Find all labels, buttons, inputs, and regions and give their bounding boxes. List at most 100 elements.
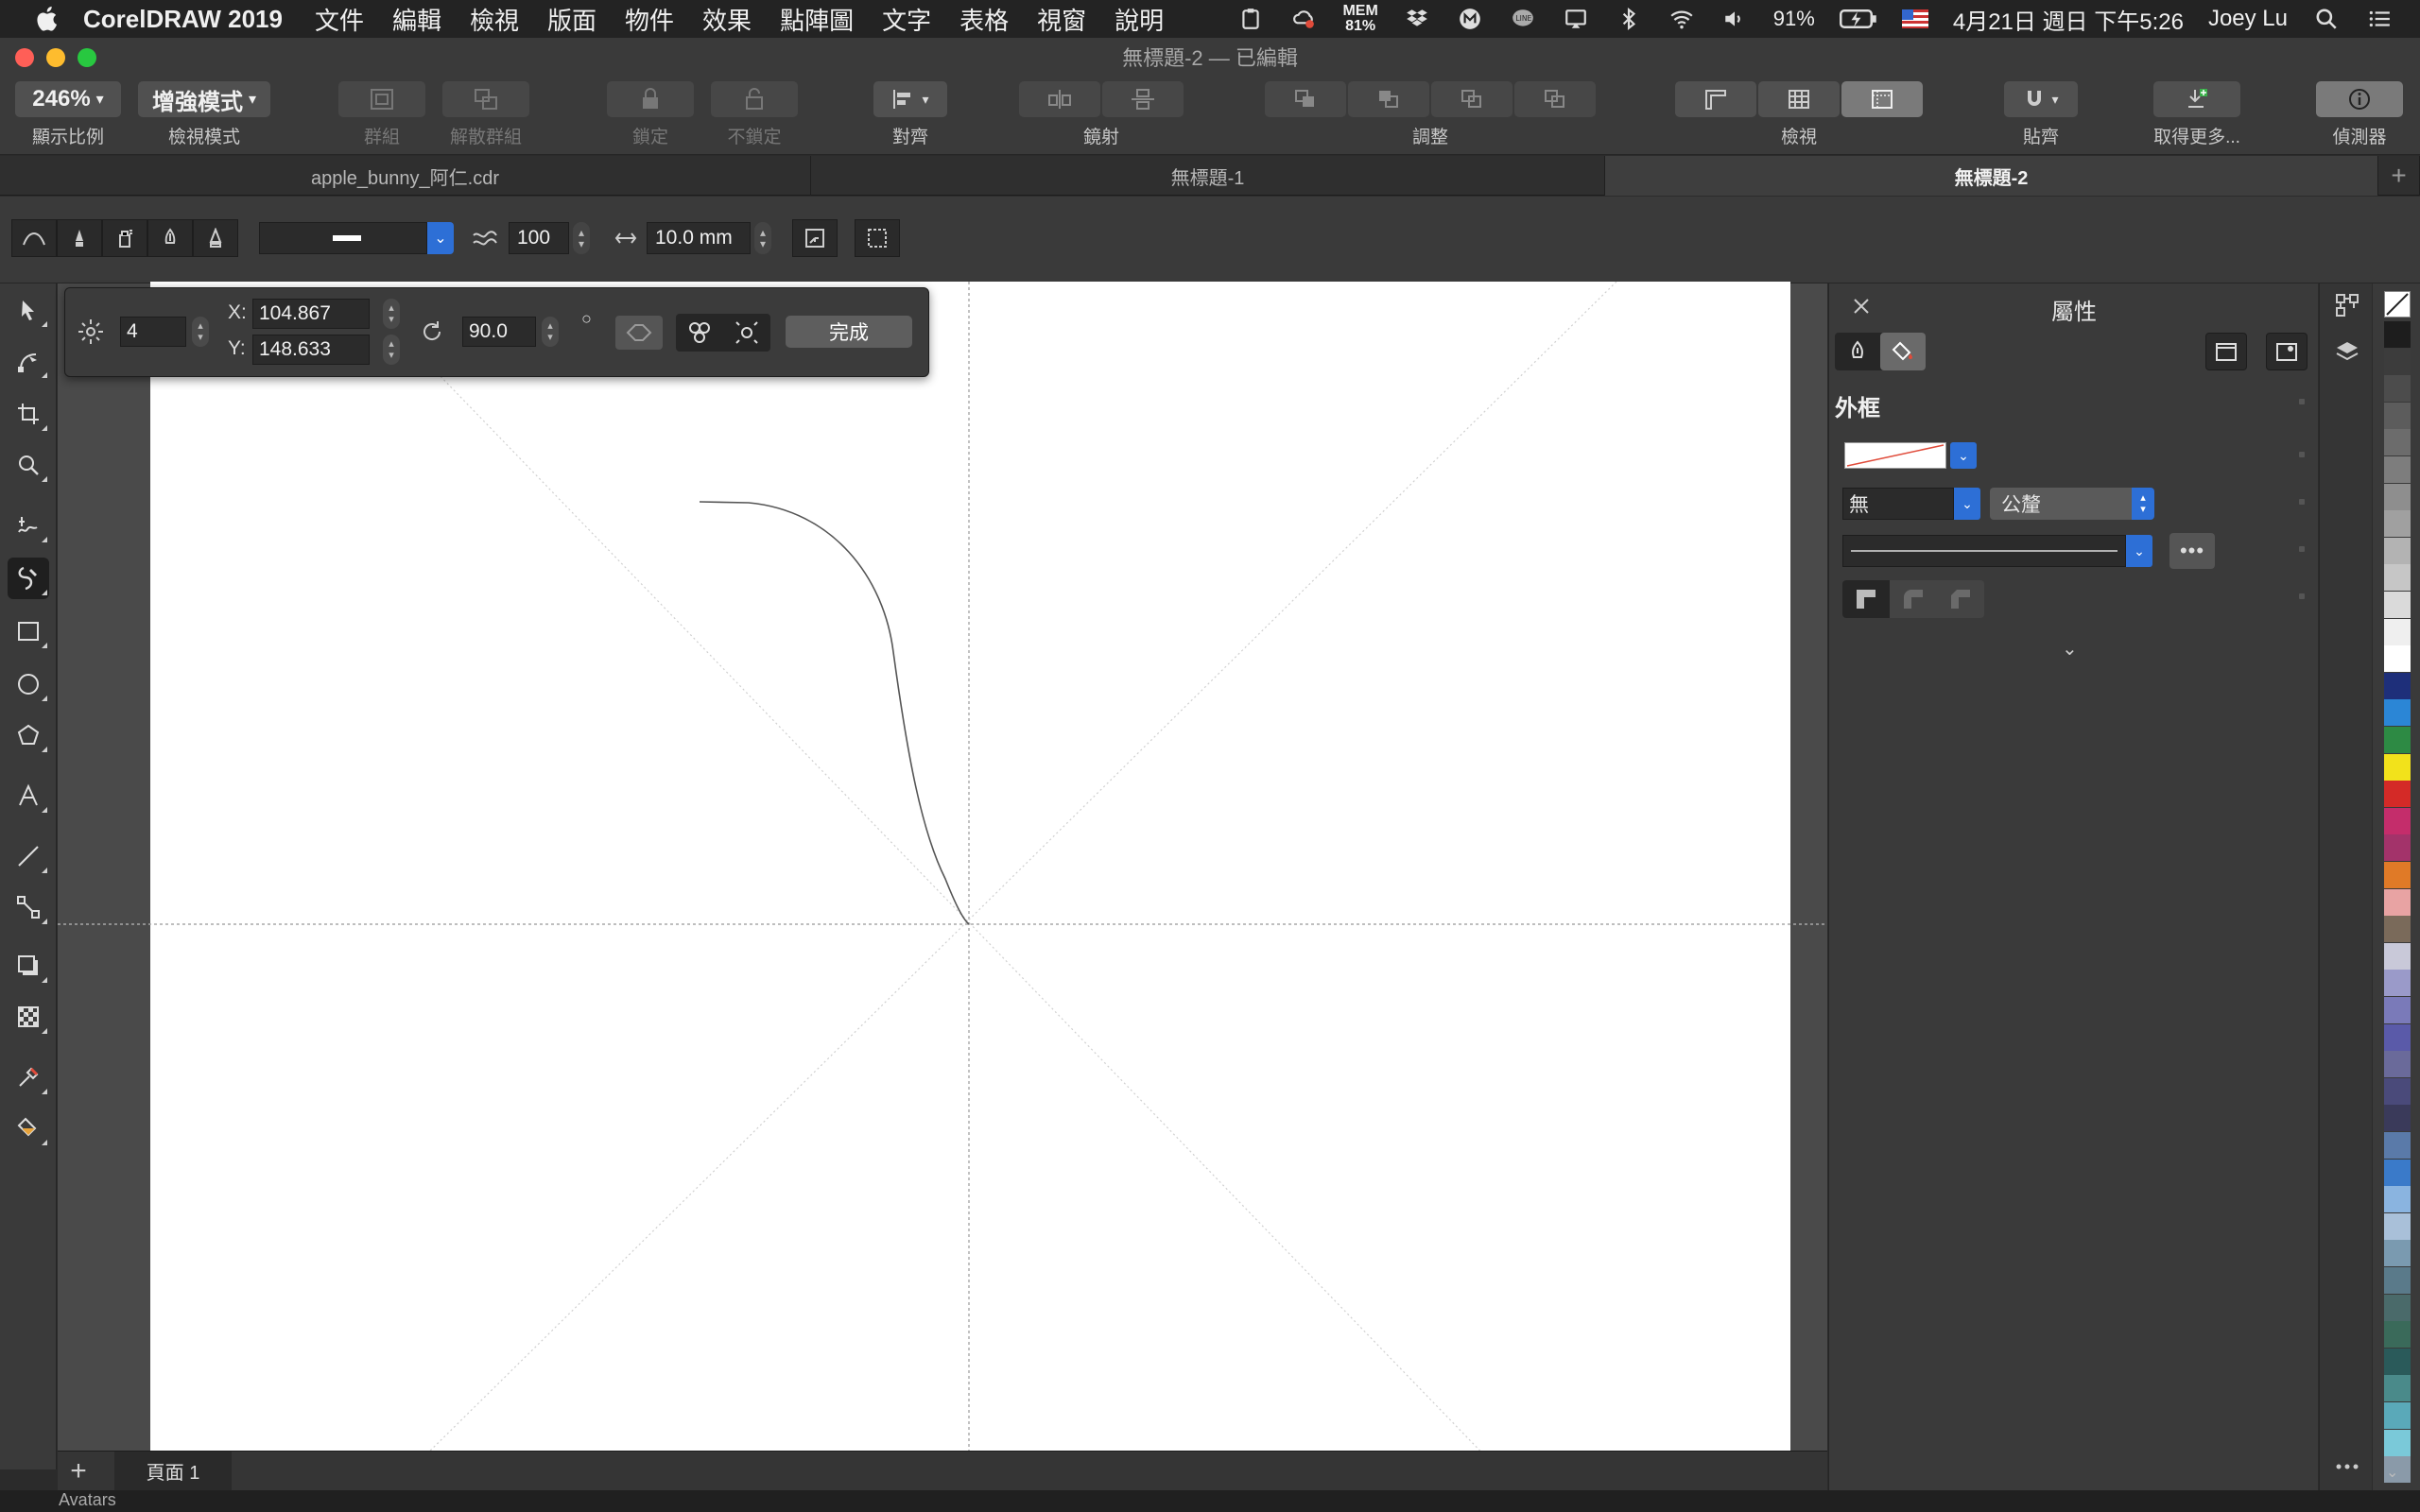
connector-tool[interactable] [8, 886, 49, 928]
layers-tab-icon[interactable] [2333, 338, 2361, 367]
crop-tool[interactable] [8, 393, 49, 435]
zoom-dropdown[interactable]: 246% ▾ [15, 81, 121, 117]
battery-charging-icon[interactable] [1839, 7, 1877, 31]
palette-swatch[interactable] [2384, 321, 2411, 348]
palette-swatch[interactable] [2384, 916, 2411, 943]
palette-swatch[interactable] [2384, 645, 2411, 673]
more-docker-icon[interactable] [2333, 1461, 2361, 1472]
rotation-angle-input[interactable]: 90.0 [462, 317, 536, 347]
palette-swatch[interactable] [2384, 1402, 2411, 1429]
palette-swatch[interactable] [2384, 1267, 2411, 1294]
docker-frame-button[interactable] [2205, 333, 2247, 370]
palette-swatch[interactable] [2384, 1429, 2411, 1456]
no-color-swatch[interactable] [2384, 291, 2411, 318]
unlock-button[interactable] [711, 81, 798, 117]
bounding-box-button[interactable] [792, 219, 838, 257]
zoom-tool[interactable] [8, 444, 49, 486]
notification-center-icon[interactable] [2365, 7, 2394, 31]
tab-apple-bunny[interactable]: apple_bunny_阿仁.cdr [0, 156, 811, 196]
get-more-button[interactable] [2153, 81, 2240, 117]
freehand-mode-5-button[interactable] [193, 219, 238, 257]
connect-nodes-button[interactable] [676, 314, 723, 352]
back-one-button[interactable] [1514, 81, 1596, 117]
document-page[interactable] [150, 282, 1790, 1451]
palette-swatch[interactable] [2384, 753, 2411, 781]
palette-swatch[interactable] [2384, 970, 2411, 997]
palette-swatch[interactable] [2384, 537, 2411, 564]
freehand-mode-1-button[interactable] [11, 219, 57, 257]
expand-chevron-icon[interactable]: ⌄ [2062, 637, 2078, 661]
view-mode-dropdown[interactable]: 增強模式 ▾ [138, 81, 270, 117]
inspector-button[interactable] [2316, 81, 2403, 117]
airplay-icon[interactable] [1562, 7, 1590, 31]
fill-tab[interactable] [1880, 333, 1926, 370]
line-style-field[interactable] [259, 222, 427, 254]
group-button[interactable] [338, 81, 425, 117]
palette-swatch[interactable] [2384, 834, 2411, 862]
palette-swatch[interactable] [2384, 564, 2411, 592]
node-shape-toggle[interactable] [615, 316, 663, 350]
tab-untitled-2[interactable]: 無標題-2 [1605, 156, 2378, 196]
palette-swatch[interactable] [2384, 1051, 2411, 1078]
drop-shadow-tool[interactable] [8, 945, 49, 987]
apple-icon[interactable] [34, 5, 62, 33]
menu-object[interactable]: 物件 [625, 2, 674, 37]
palette-swatch[interactable] [2384, 1159, 2411, 1186]
palette-swatch[interactable] [2384, 510, 2411, 538]
ellipse-tool[interactable] [8, 663, 49, 705]
stroke-width-input[interactable]: 10.0 mm [647, 222, 751, 254]
memory-monitor[interactable]: MEM 81% [1342, 4, 1377, 34]
add-page-button[interactable]: + [58, 1452, 99, 1491]
guidelines-toggle[interactable] [1841, 81, 1923, 117]
palette-swatch[interactable] [2384, 672, 2411, 699]
forward-one-button[interactable] [1431, 81, 1512, 117]
mirror-vertical-button[interactable] [1102, 81, 1184, 117]
outline-more-button[interactable]: ••• [2169, 533, 2215, 569]
outline-style-select[interactable] [1842, 535, 2126, 567]
palette-swatch[interactable] [2384, 1105, 2411, 1132]
node-count-input[interactable]: 4 [120, 317, 186, 347]
shape-tool[interactable] [8, 340, 49, 382]
menu-edit[interactable]: 編輯 [392, 2, 441, 37]
stroke-width-stepper[interactable]: ▴ ▾ [754, 222, 771, 254]
corner-miter-button[interactable] [1842, 580, 1890, 618]
menu-view[interactable]: 檢視 [470, 2, 519, 37]
outline-color-dropdown[interactable]: ⌄ [1950, 442, 1977, 469]
spotlight-search-icon[interactable] [2312, 7, 2341, 31]
corner-bevel-button[interactable] [1937, 580, 1984, 618]
menu-help[interactable]: 說明 [1115, 2, 1164, 37]
palette-swatch[interactable] [2384, 402, 2411, 429]
palette-swatch[interactable] [2384, 807, 2411, 834]
ungroup-button[interactable] [442, 81, 529, 117]
lock-button[interactable] [607, 81, 694, 117]
palette-swatch[interactable] [2384, 1348, 2411, 1375]
scatter-nodes-button[interactable] [723, 314, 770, 352]
text-tool[interactable] [8, 775, 49, 816]
palette-swatch[interactable] [2384, 1077, 2411, 1105]
to-front-button[interactable] [1265, 81, 1346, 117]
palette-swatch[interactable] [2384, 727, 2411, 753]
menu-text[interactable]: 文字 [882, 2, 931, 37]
menu-file[interactable]: 文件 [315, 2, 364, 37]
palette-swatch[interactable] [2384, 781, 2411, 808]
palette-swatch[interactable] [2384, 375, 2411, 403]
freehand-mode-2-button[interactable] [57, 219, 102, 257]
app-name-menu[interactable]: CorelDRAW 2019 [83, 5, 283, 34]
line-style-dropdown[interactable]: ⌄ [427, 222, 454, 254]
smoothing-input[interactable]: 100 [509, 222, 569, 254]
clock[interactable]: 4月21日 週日 下午5:26 [1953, 3, 2184, 36]
y-position-stepper[interactable]: ▴ ▾ [383, 335, 400, 365]
bluetooth-icon[interactable] [1615, 7, 1643, 31]
palette-swatch[interactable] [2384, 1240, 2411, 1267]
select-frame-button[interactable] [855, 219, 900, 257]
palette-swatch[interactable] [2384, 1375, 2411, 1402]
window-close-button[interactable] [15, 48, 34, 67]
wifi-icon[interactable] [1668, 7, 1696, 31]
outline-width-dropdown[interactable]: ⌄ [1954, 488, 1980, 520]
palette-swatch[interactable] [2384, 348, 2411, 375]
outline-color-swatch[interactable] [1844, 442, 1946, 469]
dimension-tool[interactable] [8, 835, 49, 877]
outline-style-dropdown[interactable]: ⌄ [2126, 535, 2152, 567]
transparency-tool[interactable] [8, 996, 49, 1038]
docker-options-button[interactable] [2266, 333, 2308, 370]
